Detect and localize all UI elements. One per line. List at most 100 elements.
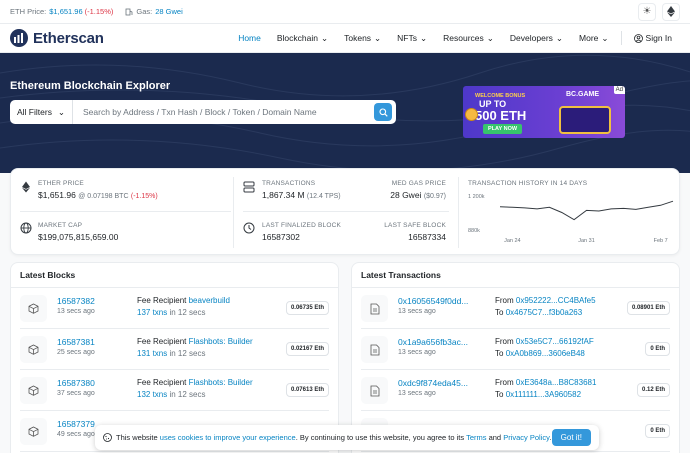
nav-blockchain[interactable]: Blockchain ⌄ — [269, 33, 336, 44]
fee-recipient-label: Fee Recipient — [137, 378, 187, 387]
ether-price-label: ETHER PRICE — [38, 180, 84, 187]
chevron-down-icon: ⌄ — [320, 32, 329, 43]
terms-link[interactable]: Terms — [466, 433, 486, 442]
block-number-link[interactable]: 16587380 — [57, 378, 95, 388]
chart-title: TRANSACTION HISTORY IN 14 DAYS — [468, 180, 588, 187]
divider — [20, 211, 231, 212]
document-icon — [361, 377, 388, 404]
from-address-link[interactable]: 0x952222...CC4BAfe5 — [516, 296, 596, 305]
search-filter-select[interactable]: All Filters ⌄ — [10, 100, 73, 124]
search-bar: All Filters ⌄ — [10, 100, 396, 124]
block-number-link[interactable]: 16587382 — [57, 296, 95, 306]
transaction-row: 0x1a9a656fb3ac... 13 secs ago From 0x53e… — [361, 329, 670, 370]
fee-recipient-link[interactable]: Flashbots: Builder — [189, 337, 253, 346]
nav-tokens[interactable]: Tokens ⌄ — [336, 33, 389, 44]
cookie-text: This website uses cookies to improve you… — [116, 433, 552, 442]
txn-age: 13 secs ago — [398, 349, 436, 356]
block-number-link[interactable]: 16587381 — [57, 337, 95, 347]
divider — [458, 177, 459, 248]
document-icon — [361, 295, 388, 322]
from-label: From — [495, 337, 514, 346]
document-icon — [361, 336, 388, 363]
med-gas-label: MED GAS PRICE — [391, 180, 446, 187]
fee-recipient-link[interactable]: beaverbuild — [189, 296, 230, 305]
med-gas-gwei: 28 Gwei — [390, 190, 422, 200]
chevron-down-icon: ⌄ — [555, 32, 564, 43]
main-nav: Etherscan Home Blockchain ⌄ Tokens ⌄ NFTs ⌄… — [0, 24, 690, 53]
last-safe-value[interactable]: 16587334 — [408, 232, 446, 242]
sign-in-link[interactable]: Sign In — [626, 33, 680, 43]
to-address-link[interactable]: 0x4675C7...f3b0a263 — [506, 308, 583, 317]
txn-age: 13 secs ago — [398, 308, 436, 315]
fee-recipient-line: Fee Recipient Flashbots: Builder — [137, 378, 253, 387]
series-line — [499, 200, 674, 221]
txns-count-link[interactable]: 137 txns — [137, 308, 167, 317]
nav-developers-label: Developers — [509, 33, 553, 43]
txn-hash-link[interactable]: 0x16056549f0dd... — [398, 296, 468, 306]
transaction-history-chart[interactable]: 1 200k 880k Jan 24 Jan 31 Feb 7 — [468, 190, 678, 250]
nav-home[interactable]: Home — [230, 33, 269, 43]
txns-count-link[interactable]: 131 txns — [137, 349, 167, 358]
network-selector-button[interactable] — [662, 2, 680, 21]
nav-blockchain-label: Blockchain — [276, 33, 318, 43]
block-row: 16587382 13 secs ago Fee Recipient beave… — [20, 288, 329, 329]
chevron-down-icon: ⌄ — [486, 32, 494, 43]
gas-value[interactable]: 28 Gwei — [155, 7, 183, 16]
ether-price-value: $1,651.96 @ 0.07198 BTC (-1.15%) — [38, 190, 158, 200]
to-label: To — [495, 349, 504, 358]
user-icon — [633, 33, 643, 43]
nav-resources[interactable]: Resources ⌄ — [435, 33, 502, 44]
advertisement-banner[interactable]: WELCOME BONUS UP TO 500 ETH PLAY NOW BC.… — [463, 86, 625, 138]
med-gas-usd: ($0.97) — [423, 193, 446, 200]
fee-recipient-link[interactable]: Flashbots: Builder — [189, 378, 253, 387]
fee-recipient-label: Fee Recipient — [137, 337, 187, 346]
ad-amount-text: 500 ETH — [475, 108, 527, 123]
last-finalized-value[interactable]: 16587302 — [262, 232, 300, 242]
x-tick-label: Jan 31 — [578, 238, 595, 244]
block-number-link[interactable]: 16587379 — [57, 419, 95, 429]
fee-recipient-line: Fee Recipient Flashbots: Builder — [137, 337, 253, 346]
eth-price-value[interactable]: $1,651.96 — [49, 7, 82, 16]
block-reward-badge: 0.02167 Eth — [285, 342, 329, 356]
txns-duration: in 12 secs — [169, 349, 206, 358]
txns-count-link[interactable]: 132 txns — [137, 390, 167, 399]
nav-divider — [620, 31, 622, 45]
txn-hash-link[interactable]: 0x1a9a656fb3ac... — [398, 337, 468, 347]
x-tick-label: Jan 24 — [504, 238, 521, 244]
ad-cta-button[interactable]: PLAY NOW — [483, 124, 523, 134]
y-tick-label: 1 200k — [468, 194, 485, 200]
brand-logo[interactable]: Etherscan — [10, 29, 104, 47]
privacy-policy-link[interactable]: Privacy Policy — [503, 433, 549, 442]
txn-to-line: To 0xA0b869...3606eB48 — [495, 349, 585, 358]
ad-brand-text: BC.GAME — [566, 91, 600, 98]
from-address-link[interactable]: 0x53e5C7...66192fAF — [516, 337, 594, 346]
etherscan-logo-icon — [10, 29, 28, 47]
to-address-link[interactable]: 0x111111...3A960582 — [506, 390, 581, 399]
txns-duration: in 12 secs — [169, 308, 206, 317]
search-button[interactable] — [374, 103, 392, 121]
cookie-accept-button[interactable]: Got it! — [551, 429, 591, 446]
cookie-policy-link[interactable]: uses cookies to improve your experience — [160, 433, 296, 442]
chevron-down-icon: ⌄ — [601, 32, 609, 43]
search-input[interactable] — [73, 100, 374, 124]
to-address-link[interactable]: 0xA0b869...3606eB48 — [506, 349, 585, 358]
nav-developers[interactable]: Developers ⌄ — [502, 33, 571, 44]
nav-nfts-label: NFTs — [397, 33, 418, 43]
nav-more[interactable]: More ⌄ — [571, 33, 617, 44]
txns-duration: in 12 secs — [169, 390, 206, 399]
sun-icon: ☀ — [642, 6, 652, 17]
from-address-link[interactable]: 0xE3648a...B8C83681 — [516, 378, 597, 387]
clock-icon — [243, 222, 255, 234]
txn-age: 13 secs ago — [398, 390, 436, 397]
transactions-value[interactable]: 1,867.34 M (12.4 TPS) — [262, 190, 341, 200]
theme-toggle-button[interactable]: ☀ — [638, 2, 656, 21]
nav-nfts[interactable]: NFTs ⌄ — [389, 33, 435, 44]
med-gas-value[interactable]: 28 Gwei ($0.97) — [390, 190, 446, 200]
txn-from-line: From 0xE3648a...B8C83681 — [495, 378, 596, 387]
block-cube-icon — [20, 418, 47, 445]
block-age: 13 secs ago — [57, 308, 95, 315]
latest-blocks-title: Latest Blocks — [11, 263, 338, 288]
fee-recipient-line: Fee Recipient beaverbuild — [137, 296, 230, 305]
txn-hash-link[interactable]: 0xdc9f874eda45... — [398, 378, 468, 388]
eth-price-change: (-1.15%) — [84, 7, 114, 16]
